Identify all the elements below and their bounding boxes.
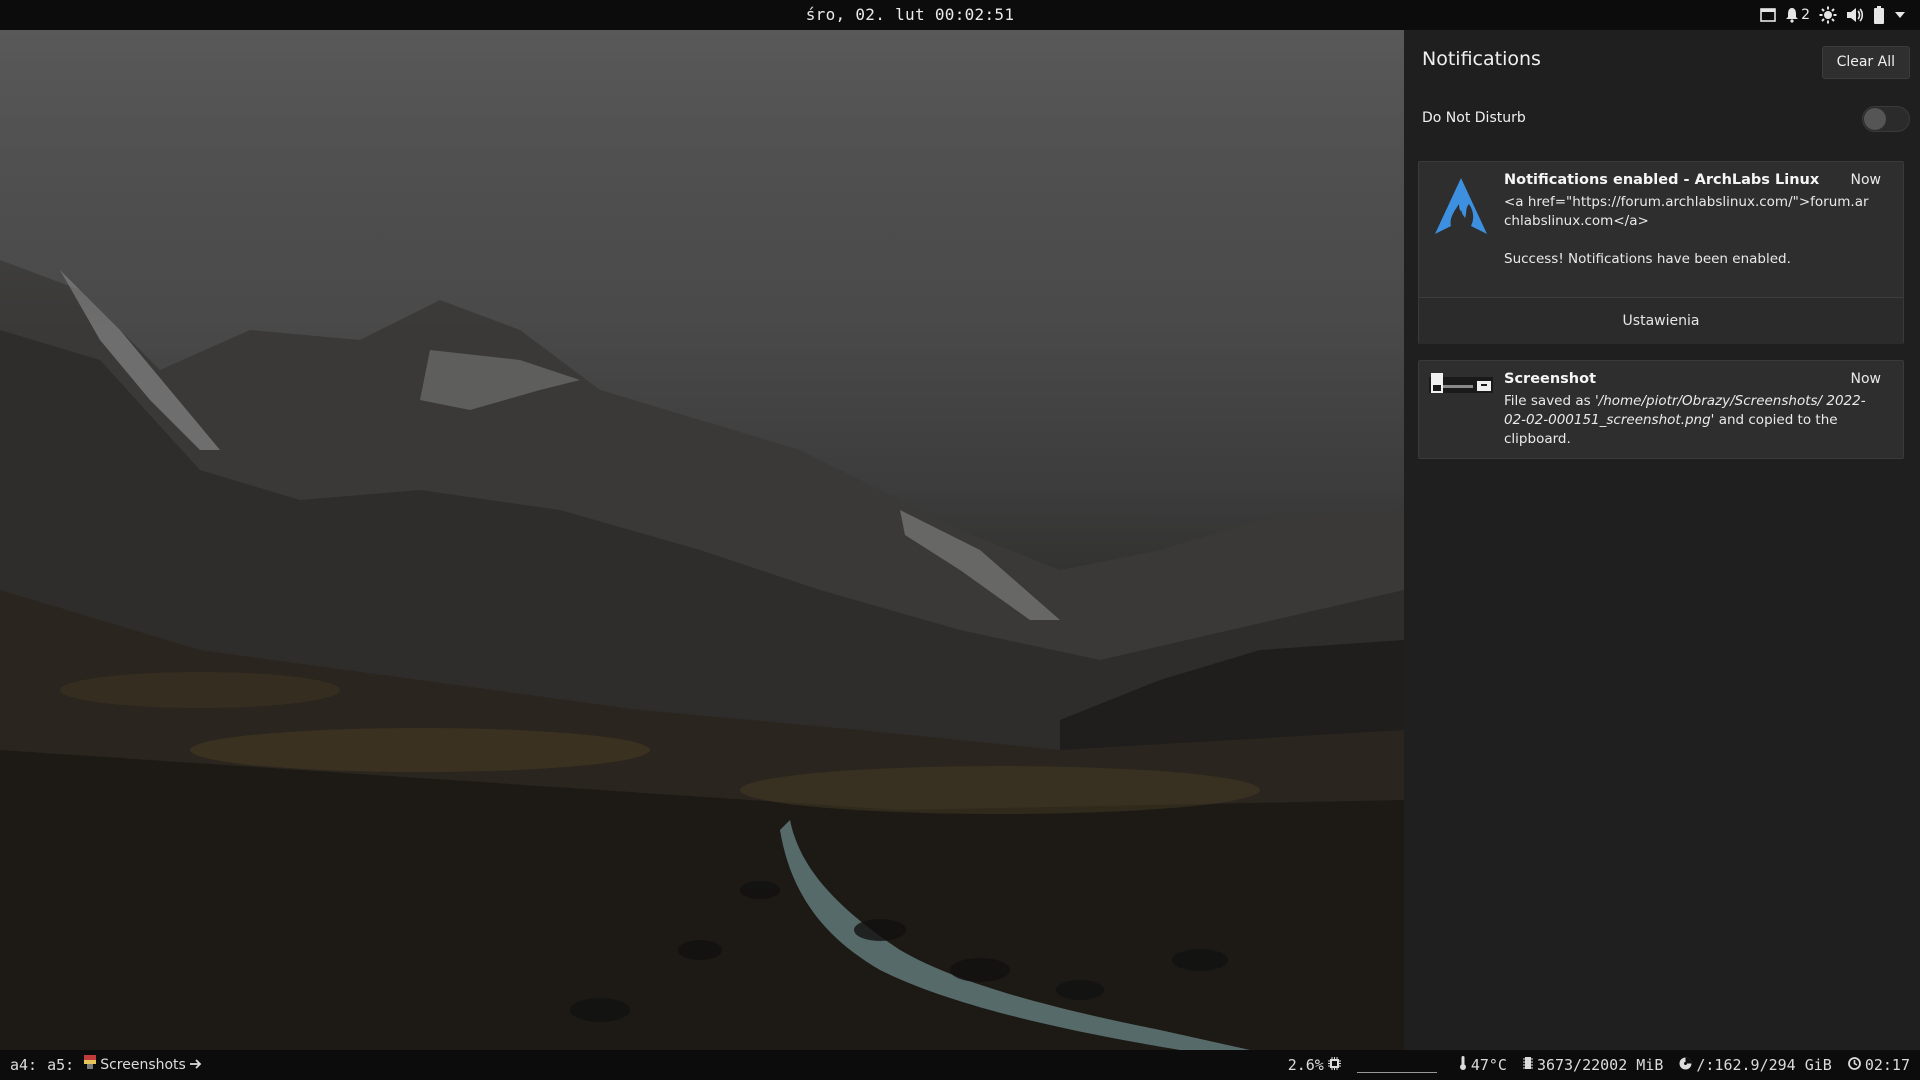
notification-summary: Notifications enabled - ArchLabs Linux [1504,172,1820,188]
disk-value: /:162.9/294 GiB [1696,1056,1832,1074]
window-icon[interactable] [1760,8,1776,22]
memory-icon [1522,1056,1533,1074]
do-not-disturb-toggle[interactable] [1862,106,1910,132]
body-prefix: File saved as [1504,393,1595,409]
notification-card[interactable]: Screenshot Now File saved as '/home/piot… [1418,360,1904,459]
cpu-icon [1327,1056,1341,1074]
brightness-icon[interactable] [1819,6,1837,24]
disk-icon [1679,1056,1692,1074]
notification-action-button[interactable]: Ustawienia [1419,297,1903,344]
toggle-knob [1864,108,1886,130]
uptime: 02:17 [1847,1056,1910,1074]
bell-icon [1785,7,1799,23]
notification-count: 2 [1801,7,1810,23]
memory-value: 3673/22002 MiB [1536,1056,1664,1074]
clear-all-button[interactable]: Clear All [1821,46,1910,79]
panel-title: Notifications [1422,48,1541,70]
notification-body: File saved as '/home/piotr/Obrazy/Screen… [1504,392,1874,449]
notification-card[interactable]: Notifications enabled - ArchLabs Linux N… [1418,161,1904,344]
temperature-value: 47°C [1470,1056,1507,1074]
memory-usage: 3673/22002 MiB [1522,1056,1664,1074]
system-stats: 2.6% 47°C 3673/22002 MiB /:162.9/294 GiB [1288,1050,1910,1080]
notification-body: <a href="https://forum.archlabslinux.com… [1504,193,1874,269]
notification-summary: Screenshot [1504,371,1597,387]
taskbar-item-screenshots[interactable]: Screenshots [84,1050,202,1080]
workspace-a4[interactable]: a4: [10,1050,37,1080]
battery-icon[interactable] [1873,6,1885,24]
temperature: 47°C [1459,1056,1507,1074]
clock[interactable]: śro, 02. lut 00:02:51 [0,0,1820,30]
notification-body-link-text: <a href="https://forum.archlabslinux.com… [1504,194,1869,229]
bottom-bar: a4: a5: Screenshots 2.6% 47°C 3673/22002… [0,1050,1920,1080]
notification-body-message: Success! Notifications have been enabled… [1504,251,1791,267]
notification-center: Notifications Clear All Do Not Disturb N… [1404,30,1920,1050]
notifications-toggle[interactable]: 2 [1785,7,1810,23]
cpu-usage: 2.6% [1288,1056,1341,1074]
volume-icon[interactable] [1846,7,1864,23]
taskbar-item-label: Screenshots [100,1057,186,1073]
thermometer-icon [1459,1056,1467,1074]
cpu-value: 2.6% [1287,1056,1324,1074]
top-bar: śro, 02. lut 00:02:51 2 [0,0,1920,30]
workspace-list: a4: a5: Screenshots [10,1050,202,1080]
uptime-value: 02:17 [1864,1056,1910,1074]
notification-time: Now [1850,172,1882,188]
clock-icon [1847,1056,1861,1074]
chevron-down-icon[interactable] [1894,11,1906,19]
screenshot-app-icon [84,1050,97,1080]
cpu-graph [1356,1058,1437,1073]
do-not-disturb-label: Do Not Disturb [1422,110,1526,126]
desktop-wallpaper [0,30,1404,1050]
workspace-a5[interactable]: a5: [47,1050,74,1080]
notification-time: Now [1850,371,1882,387]
arrow-right-icon [189,1050,202,1080]
system-tray: 2 [1760,0,1906,30]
screenshot-thumbnail-icon [1429,369,1493,433]
disk-usage: /:162.9/294 GiB [1679,1056,1832,1074]
archlabs-logo-icon [1429,174,1493,238]
